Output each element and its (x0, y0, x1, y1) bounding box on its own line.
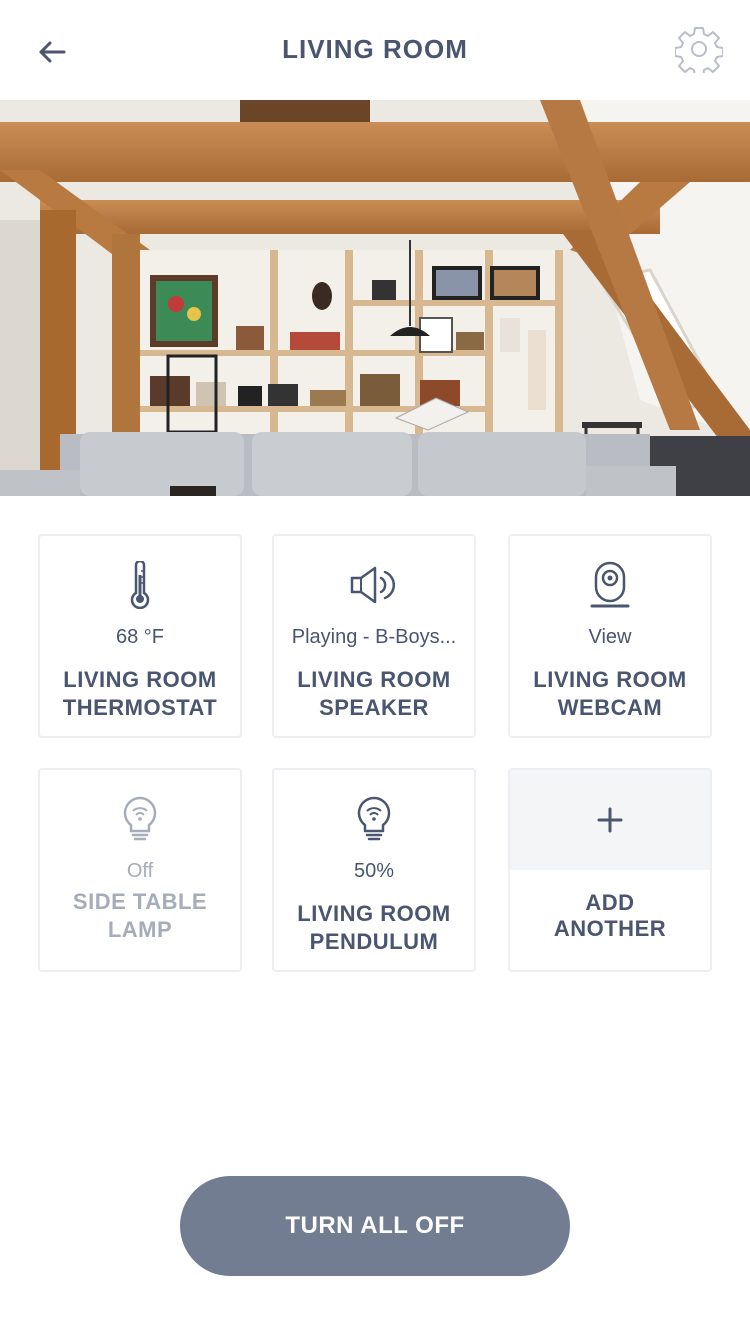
webcam-icon (590, 561, 630, 608)
device-name-line2: SPEAKER (319, 695, 429, 720)
add-label-line2: ANOTHER (553, 916, 667, 941)
device-name: LIVING ROOM WEBCAM (514, 666, 706, 722)
device-status: View (588, 626, 632, 648)
add-label: ADD ANOTHER (514, 890, 706, 942)
add-label-line1: ADD (585, 890, 635, 915)
device-status: 50% (353, 860, 395, 882)
device-tile-pendulum[interactable]: 50% LIVING ROOM PENDULUM (272, 768, 476, 972)
device-name: SIDE TABLE LAMP (44, 888, 236, 944)
gear-icon (675, 27, 723, 73)
bulb-icon (357, 796, 391, 841)
device-name-line1: LIVING ROOM (297, 901, 451, 926)
header: LIVING ROOM (0, 0, 750, 100)
turn-all-off-button[interactable]: TURN ALL OFF (180, 1176, 570, 1276)
device-status: Playing - B-Boys... (291, 626, 457, 648)
device-tile-thermostat[interactable]: 68 °F LIVING ROOM THERMOSTAT (38, 534, 242, 738)
add-device-button[interactable]: ADD ANOTHER (508, 768, 712, 972)
device-tile-side-table-lamp[interactable]: Off SIDE TABLE LAMP (38, 768, 242, 972)
room-photo (0, 100, 750, 496)
device-name-line2: WEBCAM (557, 695, 663, 720)
device-name-line2: LAMP (107, 917, 173, 942)
bulb-icon (123, 796, 157, 841)
speaker-icon (350, 566, 395, 604)
device-status: Off (126, 860, 154, 882)
device-name-line1: SIDE TABLE (72, 889, 208, 914)
device-name-line1: LIVING ROOM (297, 667, 451, 692)
device-tile-webcam[interactable]: View LIVING ROOM WEBCAM (508, 534, 712, 738)
page-title: LIVING ROOM (282, 34, 468, 64)
device-status: 68 °F (115, 626, 165, 648)
thermometer-icon (130, 561, 150, 609)
device-name-line2: THERMOSTAT (62, 695, 218, 720)
settings-button[interactable] (674, 24, 724, 74)
device-name-line1: LIVING ROOM (63, 667, 217, 692)
device-name: LIVING ROOM THERMOSTAT (44, 666, 236, 722)
device-tile-speaker[interactable]: Playing - B-Boys... LIVING ROOM SPEAKER (272, 534, 476, 738)
plus-icon (597, 807, 623, 833)
device-name: LIVING ROOM SPEAKER (278, 666, 470, 722)
device-name-line2: PENDULUM (309, 929, 439, 954)
device-name-line1: LIVING ROOM (533, 667, 687, 692)
device-name: LIVING ROOM PENDULUM (278, 900, 470, 956)
